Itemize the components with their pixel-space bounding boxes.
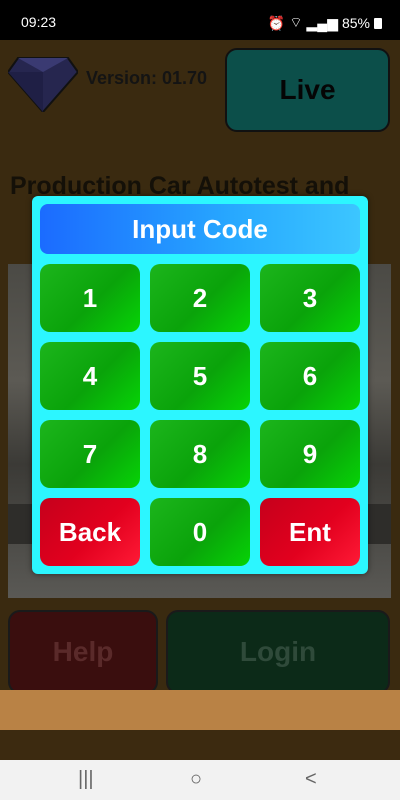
back-key-button[interactable]: Back bbox=[40, 498, 140, 566]
wifi-icon: ⌔ bbox=[289, 14, 303, 30]
login-button[interactable]: Login bbox=[166, 610, 390, 694]
back-icon[interactable]: < bbox=[305, 768, 317, 791]
diamond-logo-icon bbox=[8, 57, 78, 112]
recent-apps-icon[interactable]: ||| bbox=[78, 768, 94, 791]
key-4[interactable]: 4 bbox=[40, 342, 140, 410]
footer-band bbox=[0, 690, 400, 730]
key-2[interactable]: 2 bbox=[150, 264, 250, 332]
live-button[interactable]: Live bbox=[225, 48, 390, 132]
code-dialog: Input Code 1 2 3 4 5 6 7 8 9 Back 0 Ent bbox=[32, 196, 368, 574]
key-0[interactable]: 0 bbox=[150, 498, 250, 566]
key-1[interactable]: 1 bbox=[40, 264, 140, 332]
key-5[interactable]: 5 bbox=[150, 342, 250, 410]
version-label: Version: 01.70 bbox=[86, 68, 208, 88]
dialog-title: Input Code bbox=[40, 204, 360, 254]
help-button[interactable]: Help bbox=[8, 610, 158, 694]
enter-key-button[interactable]: Ent bbox=[260, 498, 360, 566]
signal-icon: ▂▄▆ bbox=[306, 14, 338, 31]
status-bar: 09:23 ⏰ ⌔ ▂▄▆ 85% bbox=[0, 0, 400, 40]
battery-icon bbox=[374, 17, 382, 29]
battery-percent: 85% bbox=[341, 15, 370, 31]
alarm-icon: ⏰ bbox=[267, 14, 286, 31]
key-3[interactable]: 3 bbox=[260, 264, 360, 332]
status-icons: ⏰ ⌔ ▂▄▆ 85% bbox=[268, 14, 382, 32]
key-7[interactable]: 7 bbox=[40, 420, 140, 488]
key-8[interactable]: 8 bbox=[150, 420, 250, 488]
status-time: 09:23 bbox=[21, 14, 57, 30]
key-6[interactable]: 6 bbox=[260, 342, 360, 410]
key-9[interactable]: 9 bbox=[260, 420, 360, 488]
home-icon[interactable]: ○ bbox=[190, 768, 202, 791]
system-nav-bar: ||| ○ < bbox=[0, 760, 400, 800]
